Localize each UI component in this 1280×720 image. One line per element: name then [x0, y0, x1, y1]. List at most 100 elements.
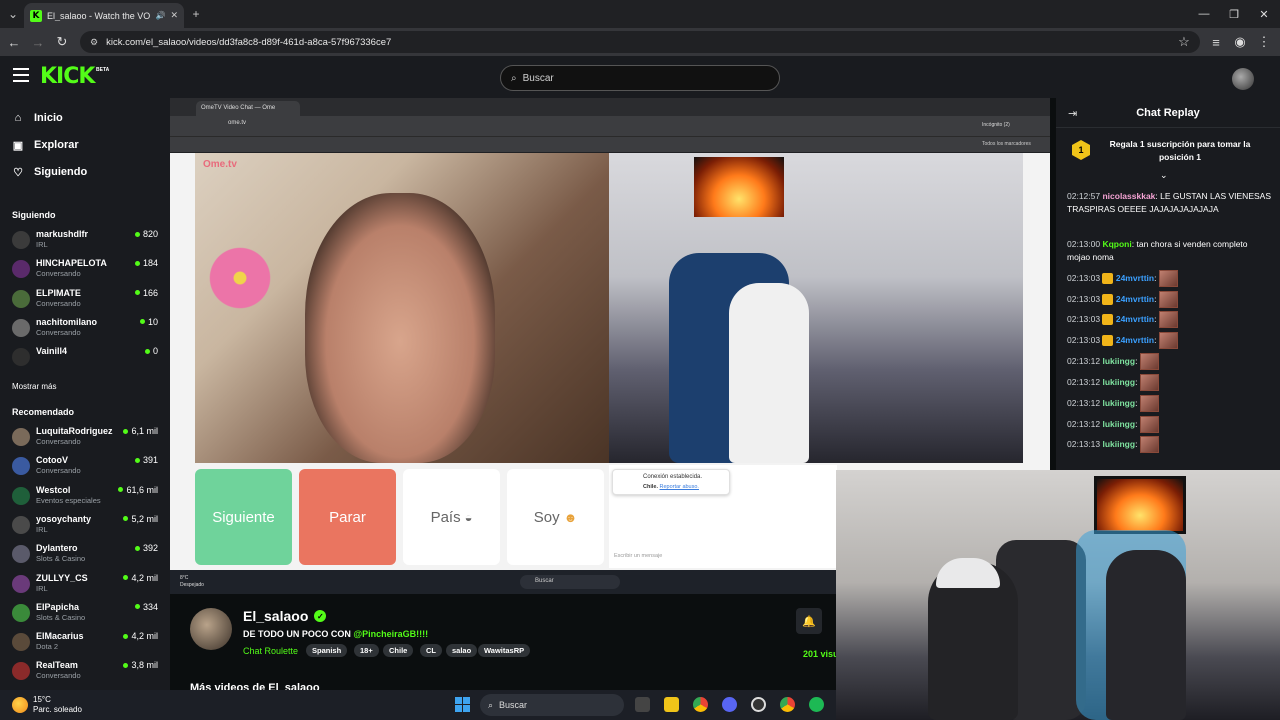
- channel-name: RealTeam: [36, 660, 78, 671]
- channel-row[interactable]: ElMacarius Dota 2 4,2 mil: [12, 631, 162, 655]
- user-avatar[interactable]: [1232, 68, 1254, 90]
- message-username[interactable]: lukiingg: [1102, 419, 1135, 429]
- inner-bookmarks-bar: Todos los marcadores: [170, 136, 1050, 152]
- chat-message: 02:13:03 24mvrttin:: [1067, 291, 1273, 308]
- message-username[interactable]: Kqponi: [1102, 239, 1131, 249]
- message-input[interactable]: Escribir un mensaje: [614, 553, 662, 559]
- channel-row[interactable]: ZULLYY_CS IRL 4,2 mil: [12, 573, 162, 597]
- channel-row[interactable]: Dylantero Slots & Casino 392: [12, 543, 162, 567]
- message-username[interactable]: lukiingg: [1102, 377, 1135, 387]
- message-username[interactable]: lukiingg: [1102, 439, 1135, 449]
- channel-row[interactable]: Westcol Eventos especiales 61,6 mil: [12, 485, 162, 509]
- tag-chip[interactable]: salao: [446, 644, 478, 657]
- reading-list-icon[interactable]: ≡: [1206, 32, 1226, 52]
- reload-icon[interactable]: ↻: [52, 32, 72, 52]
- emote-icon: [1139, 353, 1159, 370]
- next-button[interactable]: Siguiente: [195, 469, 292, 565]
- live-dot-icon: [134, 231, 140, 237]
- file-explorer-icon[interactable]: [664, 697, 679, 712]
- tag-chip[interactable]: WawitasRP: [478, 644, 531, 657]
- browser-tab[interactable]: K El_salaoo - Watch the VOD 🔊 ✕: [24, 3, 184, 28]
- message-username[interactable]: nicolasskkak: [1102, 191, 1155, 201]
- restore-icon[interactable]: ❐: [1218, 4, 1250, 24]
- message-username[interactable]: 24mvrttin: [1116, 314, 1154, 324]
- channel-avatar: [12, 260, 30, 279]
- channel-row[interactable]: Vainill4 0: [12, 346, 162, 370]
- report-link[interactable]: Reportar abuso.: [660, 484, 699, 490]
- tag-chip[interactable]: Chile: [383, 644, 414, 657]
- channel-row[interactable]: ELPIMATE Conversando 166: [12, 288, 162, 312]
- iam-button[interactable]: Soy ☻: [507, 469, 604, 565]
- channel-row[interactable]: ElPapicha Slots & Casino 334: [12, 602, 162, 626]
- message-username[interactable]: 24mvrttin: [1116, 335, 1154, 345]
- channel-row[interactable]: yosoychanty IRL 5,2 mil: [12, 514, 162, 538]
- category-link[interactable]: Chat Roulette: [243, 646, 298, 656]
- windows-start-icon[interactable]: [455, 697, 470, 712]
- country-button[interactable]: País ◒: [403, 469, 500, 565]
- channel-row[interactable]: LuquitaRodriguez Conversando 6,1 mil: [12, 426, 162, 450]
- url-field[interactable]: ⚙ kick.com/el_salaoo/videos/dd3fa8c8-d89…: [80, 31, 1200, 53]
- minimize-icon[interactable]: —: [1188, 4, 1220, 24]
- channel-category: Conversando: [36, 327, 81, 337]
- nav-explore[interactable]: ▣ Explorar: [12, 139, 79, 152]
- tab-list-icon[interactable]: ⌄: [3, 4, 23, 24]
- browser-menu-icon[interactable]: ⋮: [1254, 32, 1274, 52]
- discord-icon[interactable]: [722, 697, 737, 712]
- tag-chip[interactable]: 18+: [354, 644, 379, 657]
- bookmark-star-icon[interactable]: ☆: [1174, 32, 1194, 52]
- speaker-icon[interactable]: 🔊: [155, 11, 165, 20]
- notification-bell-icon[interactable]: 🔔: [796, 608, 822, 634]
- channel-name[interactable]: El_salaoo: [243, 608, 308, 624]
- nav-following[interactable]: ♡ Siguiendo: [12, 166, 87, 179]
- chat-message: 02:13:12 lukiingg:: [1067, 416, 1273, 433]
- message-timestamp: 02:13:13: [1067, 438, 1101, 449]
- site-info-icon[interactable]: ⚙: [90, 37, 98, 48]
- spotify-icon[interactable]: [809, 697, 824, 712]
- viewer-count-value: 6,1 mil: [131, 426, 158, 436]
- search-input[interactable]: ⌕ Buscar: [500, 65, 780, 91]
- stop-button[interactable]: Parar: [299, 469, 396, 565]
- kick-logo[interactable]: KICK: [40, 64, 95, 89]
- viewer-count-value: 820: [142, 229, 158, 239]
- message-username[interactable]: 24mvrttin: [1116, 273, 1154, 283]
- channel-row[interactable]: RealTeam Conversando 3,8 mil: [12, 660, 162, 684]
- back-icon[interactable]: ←: [4, 32, 24, 52]
- nav-home[interactable]: ⌂ Inicio: [12, 112, 63, 124]
- channel-row[interactable]: HINCHAPELOTA Conversando 184: [12, 258, 162, 282]
- taskbar-search[interactable]: ⌕ Buscar: [480, 694, 624, 716]
- chat-message: 02:13:12 lukiingg:: [1067, 353, 1273, 370]
- message-timestamp: 02:13:12: [1067, 397, 1101, 408]
- live-dot-icon: [123, 575, 129, 580]
- message-username[interactable]: 24mvrttin: [1116, 294, 1154, 304]
- weather-widget[interactable]: 15°C Parc. soleado: [33, 695, 82, 715]
- message-username[interactable]: lukiingg: [1102, 356, 1135, 366]
- task-view-icon[interactable]: [635, 697, 650, 712]
- stream-title-mention[interactable]: @PincheiraGB!!!!: [353, 629, 428, 639]
- obs-icon[interactable]: [751, 697, 766, 712]
- recommended-section-title: Recomendado: [12, 407, 75, 417]
- weather-sun-icon[interactable]: [12, 697, 28, 713]
- tag-chip[interactable]: Spanish: [306, 644, 348, 657]
- gift-sub-banner[interactable]: Regala 1 suscripción para tomar la posic…: [1100, 138, 1260, 164]
- show-more-link[interactable]: Mostrar más: [12, 382, 56, 391]
- channel-name: Vainill4: [36, 346, 68, 357]
- expand-arrow-icon[interactable]: ⌄: [1160, 170, 1168, 181]
- message-timestamp: 02:13:03: [1067, 313, 1101, 324]
- profile-icon[interactable]: ◉: [1230, 32, 1250, 52]
- emote-icon: [1158, 311, 1178, 328]
- inner-tab: OmeTV Video Chat — Ome: [196, 101, 300, 116]
- channel-row[interactable]: nachitomilano Conversando 10: [12, 317, 162, 341]
- person-emoji-icon: ☻: [563, 509, 578, 525]
- close-window-icon[interactable]: ✕: [1248, 4, 1280, 24]
- chrome-incognito-icon[interactable]: [780, 697, 795, 712]
- tag-chip[interactable]: CL: [420, 644, 442, 657]
- new-tab-icon[interactable]: +: [186, 4, 206, 24]
- channel-row[interactable]: markushdlfr IRL 820: [12, 229, 162, 253]
- channel-row[interactable]: CotooV Conversando 391: [12, 455, 162, 479]
- forward-icon[interactable]: →: [28, 32, 48, 52]
- channel-avatar[interactable]: [190, 608, 232, 650]
- close-tab-icon[interactable]: ✕: [170, 10, 178, 21]
- chrome-icon[interactable]: [693, 697, 708, 712]
- hamburger-menu-icon[interactable]: [13, 68, 29, 82]
- message-username[interactable]: lukiingg: [1102, 398, 1135, 408]
